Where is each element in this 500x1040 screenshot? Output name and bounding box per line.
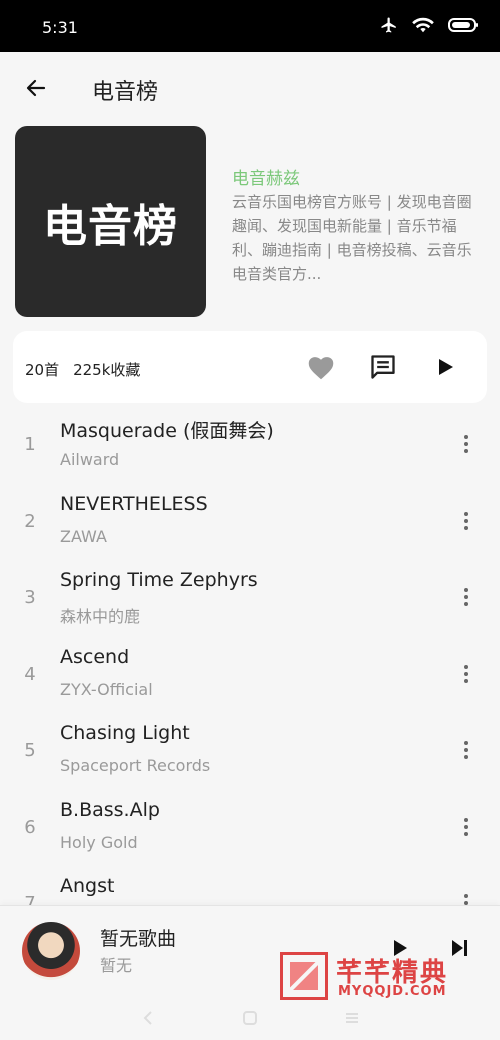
song-row[interactable]: 1 Masquerade (假面舞会) Ailward	[0, 408, 500, 485]
airplane-icon	[381, 17, 396, 33]
app-header: 电音榜	[0, 52, 500, 124]
nav-menu-icon	[346, 1013, 358, 1023]
song-title: Masquerade (假面舞会)	[60, 420, 274, 442]
more-icon[interactable]	[456, 660, 476, 688]
song-index: 2	[24, 510, 36, 532]
song-count: 20首	[25, 361, 60, 379]
more-icon[interactable]	[456, 507, 476, 535]
arrow-left-icon	[26, 79, 46, 97]
watermark-logo	[280, 952, 328, 1000]
song-title: Ascend	[60, 645, 130, 668]
nav-back-button[interactable]	[134, 1004, 162, 1032]
nav-menu-button[interactable]	[338, 1004, 366, 1032]
play-icon	[439, 359, 453, 375]
comment-icon	[371, 355, 395, 379]
playlist-stats: 20首 225k收藏	[25, 359, 140, 380]
song-index: 4	[24, 663, 36, 685]
more-icon[interactable]	[456, 736, 476, 764]
playlist-cover[interactable]: 电音榜	[15, 126, 206, 317]
like-button[interactable]	[305, 351, 337, 383]
song-title: Spring Time Zephyrs	[60, 569, 258, 591]
more-icon[interactable]	[456, 583, 476, 611]
nav-back-icon	[143, 1011, 152, 1025]
nav-home-icon	[243, 1011, 257, 1025]
song-artist: Holy Gold	[60, 832, 138, 852]
song-artist: ZYX-Official	[60, 679, 153, 699]
page-title: 电音榜	[92, 80, 159, 105]
song-row[interactable]: 6 B.Bass.Alp Holy Gold	[0, 791, 500, 868]
wifi-icon	[412, 17, 434, 33]
song-index: 6	[24, 816, 36, 838]
song-artist: 森林中的鹿	[60, 607, 141, 626]
playlist-description[interactable]: 云音乐国电榜官方账号 | 发现电音圈趣闻、发现国电新能量 | 音乐节福利、蹦迪指…	[232, 190, 478, 286]
status-icons	[380, 16, 480, 34]
playlist-stats-card: 20首 225k收藏	[13, 331, 487, 403]
song-artist: ZAWA	[60, 526, 107, 546]
player-artist: 暂无	[100, 956, 133, 975]
song-row[interactable]: 5 Chasing Light Spaceport Records	[0, 714, 500, 791]
back-button[interactable]	[18, 72, 54, 104]
status-time: 5:31	[42, 18, 78, 37]
song-index: 3	[24, 587, 36, 608]
comment-button[interactable]	[367, 351, 399, 383]
watermark: 芊芊精典 MYQQJD.COM	[280, 952, 470, 1000]
song-row[interactable]: 2 NEVERTHELESS ZAWA	[0, 485, 500, 562]
song-title: NEVERTHELESS	[60, 492, 208, 515]
more-icon[interactable]	[456, 813, 476, 841]
song-row[interactable]: 4 Ascend ZYX-Official	[0, 638, 500, 715]
song-title: Angst	[60, 875, 115, 897]
player-avatar[interactable]	[22, 922, 80, 980]
more-icon[interactable]	[456, 430, 476, 458]
song-index: 1	[24, 434, 36, 455]
play-all-button[interactable]	[429, 351, 461, 383]
song-artist: Ailward	[60, 450, 120, 469]
battery-icon	[448, 18, 478, 32]
status-bar: 5:31	[0, 0, 500, 52]
song-artist: Spaceport Records	[60, 756, 211, 775]
heart-icon	[308, 357, 334, 380]
system-nav-bar	[0, 996, 500, 1040]
favorite-count: 225k收藏	[73, 361, 141, 379]
song-title: B.Bass.Alp	[60, 798, 160, 821]
playlist-author[interactable]: 电音赫兹	[232, 164, 300, 189]
nav-home-button[interactable]	[236, 1004, 264, 1032]
song-index: 5	[24, 740, 36, 761]
song-title: Chasing Light	[60, 722, 190, 744]
song-row[interactable]: 3 Spring Time Zephyrs 森林中的鹿	[0, 561, 500, 638]
cover-text: 电音榜	[43, 200, 178, 252]
song-list: 1 Masquerade (假面舞会) Ailward 2 NEVERTHELESS ZA…	[0, 408, 500, 944]
player-title: 暂无歌曲	[100, 928, 177, 950]
